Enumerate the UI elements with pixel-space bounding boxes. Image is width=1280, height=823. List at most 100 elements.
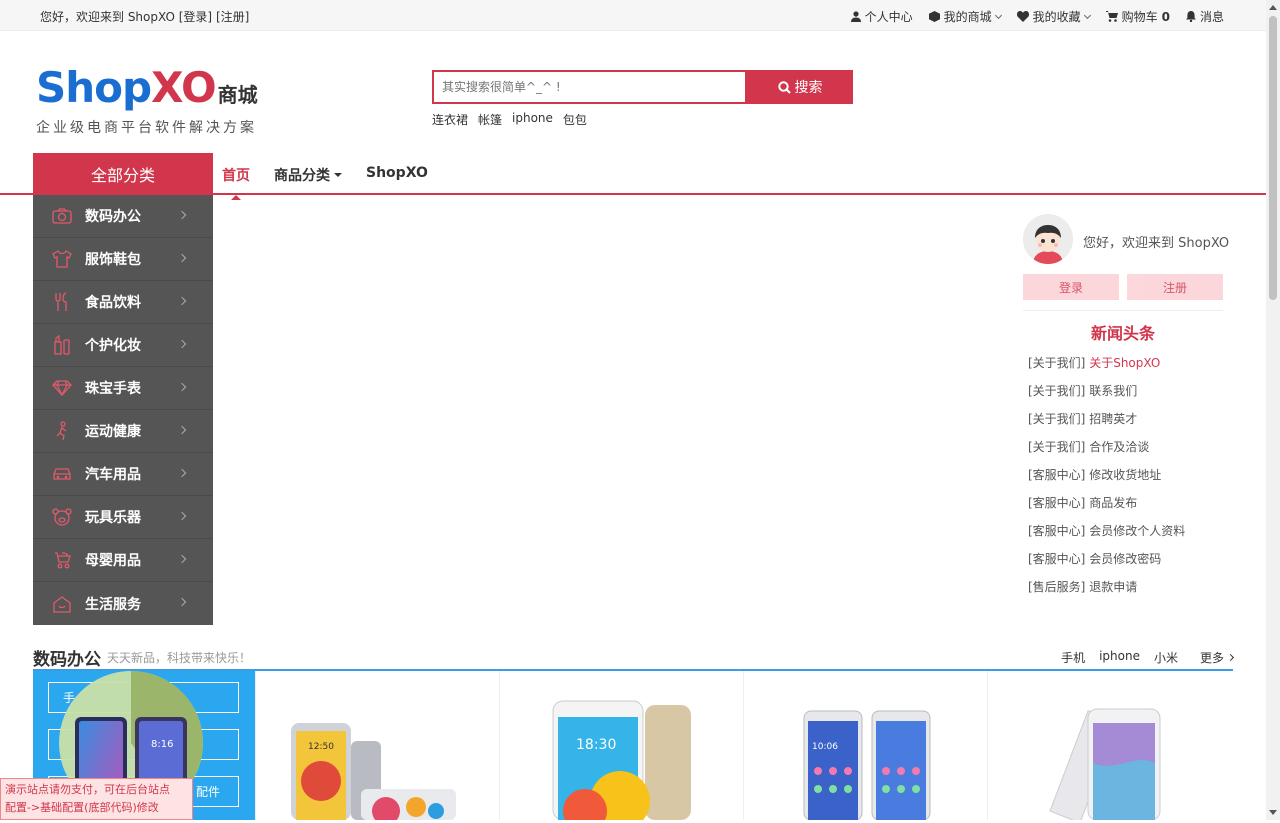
favorites-link[interactable]: 我的收藏 — [1016, 8, 1091, 25]
chevron-right-icon — [1226, 653, 1235, 662]
nav-menu: 首页 商品分类 ShopXO — [222, 165, 428, 200]
news-item-title: 合作及洽谈 — [1089, 440, 1150, 454]
stroller-icon — [51, 549, 73, 571]
category-item[interactable]: 生活服务 — [33, 582, 213, 625]
category-sidebar: 数码办公 服饰鞋包 食品饮料 个护化妆 珠宝手表 运动健康 汽车用品 玩具乐器 … — [33, 195, 213, 625]
cube-icon — [928, 11, 940, 22]
search-button[interactable]: 搜索 — [747, 70, 853, 104]
more-link[interactable]: 更多 — [1199, 649, 1235, 666]
diamond-icon — [51, 377, 73, 399]
nav-item-categories[interactable]: 商品分类 — [274, 165, 342, 185]
hot-keyword[interactable]: 包包 — [563, 111, 587, 128]
chevron-down-icon — [994, 11, 1002, 19]
site-logo[interactable]: ShopXO 商城 企业级电商平台软件解决方案 — [36, 66, 258, 137]
section-link[interactable]: 手机 — [1061, 649, 1085, 666]
heart-icon — [1016, 11, 1029, 22]
toy-icon — [51, 506, 73, 528]
news-category: [客服中心] — [1028, 524, 1086, 538]
category-item[interactable]: 个护化妆 — [33, 324, 213, 367]
cart-link[interactable]: 购物车 0 — [1105, 8, 1170, 25]
product-card[interactable]: 10:06 — [743, 671, 988, 821]
category-label: 运动健康 — [85, 424, 141, 440]
category-item[interactable]: 汽车用品 — [33, 453, 213, 496]
search-button-label: 搜索 — [794, 80, 823, 96]
scroll-down-icon[interactable] — [1269, 810, 1277, 815]
chevron-right-icon — [177, 296, 187, 306]
category-item[interactable]: 数码办公 — [33, 195, 213, 238]
news-item-title: 会员修改密码 — [1089, 552, 1162, 566]
top-nav: 个人中心 我的商城 我的收藏 购物车 0 消息 — [850, 8, 1224, 25]
chevron-right-icon — [177, 253, 187, 263]
news-item[interactable]: [客服中心] 商品发布 — [1023, 492, 1223, 520]
category-item[interactable]: 食品饮料 — [33, 281, 213, 324]
cart-count: 0 — [1161, 9, 1170, 24]
cutlery-icon — [51, 291, 73, 313]
search-input[interactable] — [432, 70, 747, 104]
greeting: 您好，欢迎来到 ShopXO [登录] [注册] — [40, 8, 249, 25]
news-item[interactable]: [客服中心] 修改收货地址 — [1023, 464, 1223, 492]
search-bar: 搜索 — [432, 70, 853, 104]
hot-keyword[interactable]: 帐篷 — [478, 111, 502, 128]
section-link[interactable]: 小米 — [1154, 649, 1178, 666]
nav-item-home[interactable]: 首页 — [222, 165, 250, 200]
product-screen-text: 12:50 — [308, 742, 334, 752]
product-card[interactable] — [987, 671, 1232, 823]
category-item[interactable]: 珠宝手表 — [33, 367, 213, 410]
chevron-right-icon — [177, 339, 187, 349]
product-card[interactable]: 18:30 — [499, 671, 744, 823]
page-scrollbar[interactable] — [1266, 0, 1280, 820]
main-nav: 全部分类 首页 商品分类 ShopXO — [0, 153, 1266, 200]
caret-down-icon — [334, 173, 342, 177]
scroll-up-icon[interactable] — [1269, 5, 1277, 10]
register-link[interactable]: [注册] — [216, 10, 249, 24]
product-card[interactable]: 12:50 — [255, 671, 500, 823]
notice-line: 演示站点请勿支付，可在后台站点 — [5, 783, 170, 796]
news-item[interactable]: [售后服务] 退款申请 — [1023, 576, 1223, 604]
category-label: 个护化妆 — [85, 338, 141, 354]
category-item[interactable]: 服饰鞋包 — [33, 238, 213, 281]
messages-link[interactable]: 消息 — [1185, 8, 1224, 25]
nav-item-categories-label: 商品分类 — [274, 168, 330, 184]
section-subtitle: 天天新品，科技带来快乐！ — [107, 651, 252, 665]
all-categories-button[interactable]: 全部分类 — [33, 153, 213, 195]
category-item[interactable]: 母婴用品 — [33, 539, 213, 582]
news-item[interactable]: [客服中心] 会员修改密码 — [1023, 548, 1223, 576]
home-icon — [51, 593, 73, 615]
nav-item-shopxo[interactable]: ShopXO — [366, 165, 428, 185]
news-item[interactable]: [关于我们] 招聘英才 — [1023, 408, 1223, 436]
news-category: [售后服务] — [1028, 580, 1086, 594]
login-button[interactable]: 登录 — [1023, 274, 1119, 300]
category-item[interactable]: 运动健康 — [33, 410, 213, 453]
section-link[interactable]: iphone — [1099, 649, 1140, 666]
shirt-icon — [51, 248, 73, 270]
category-label: 珠宝手表 — [85, 381, 141, 397]
news-item[interactable]: [关于我们] 合作及洽谈 — [1023, 436, 1223, 464]
notice-line: 配置->基础配置(底部代码)修改 — [5, 801, 159, 814]
news-item[interactable]: [关于我们] 联系我们 — [1023, 380, 1223, 408]
greeting-text: 您好，欢迎来到 ShopXO — [40, 10, 175, 24]
chevron-right-icon — [177, 468, 187, 478]
my-mall-link[interactable]: 我的商城 — [928, 8, 1002, 25]
runner-icon — [51, 420, 73, 442]
hot-keyword[interactable]: iphone — [512, 111, 553, 128]
favorites-label: 我的收藏 — [1032, 10, 1081, 24]
news-category: [客服中心] — [1028, 496, 1086, 510]
hot-keywords: 连衣裙 帐篷 iphone 包包 — [432, 111, 587, 128]
logo-brand-xo: XO — [151, 63, 217, 112]
section-title: 数码办公 — [33, 650, 101, 670]
more-label: 更多 — [1199, 651, 1224, 665]
chevron-right-icon — [177, 425, 187, 435]
user-center-link[interactable]: 个人中心 — [850, 8, 913, 25]
category-item[interactable]: 玩具乐器 — [33, 496, 213, 539]
product-image — [1049, 708, 1161, 823]
login-link[interactable]: [登录] — [179, 10, 212, 24]
news-panel: 新闻头条 [关于我们] 关于ShopXO [关于我们] 联系我们 [关于我们] … — [1023, 310, 1223, 604]
category-label: 汽车用品 — [85, 467, 141, 483]
news-category: [关于我们] — [1028, 384, 1086, 398]
hot-keyword[interactable]: 连衣裙 — [432, 111, 468, 128]
register-button[interactable]: 注册 — [1127, 274, 1223, 300]
scroll-thumb[interactable] — [1269, 16, 1277, 300]
news-item[interactable]: [客服中心] 会员修改个人资料 — [1023, 520, 1223, 548]
product-image: 18:30 — [552, 700, 691, 823]
news-item[interactable]: [关于我们] 关于ShopXO — [1023, 352, 1223, 380]
